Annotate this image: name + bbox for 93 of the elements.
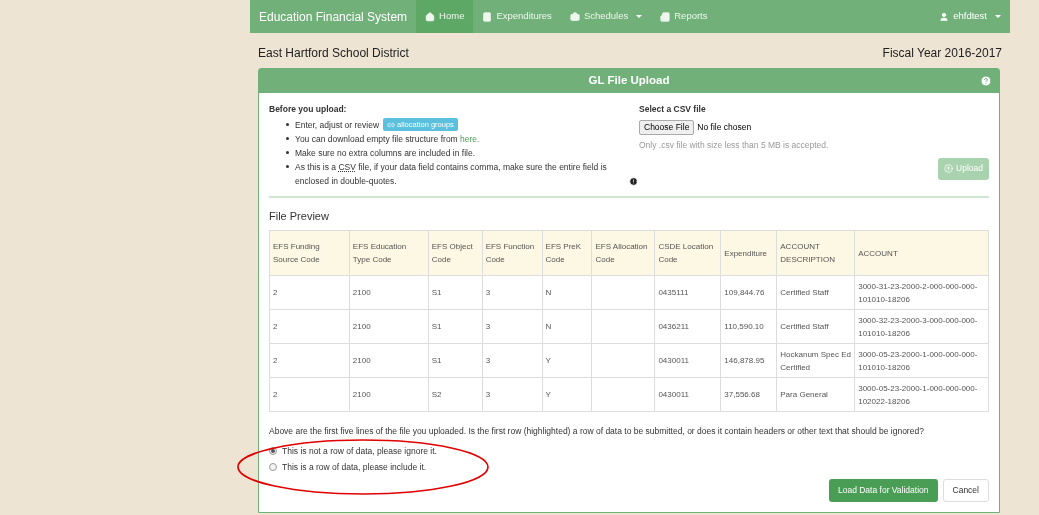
- table-cell: S2: [428, 377, 483, 412]
- bullet-icon: [286, 150, 289, 154]
- bullet-icon: [286, 122, 289, 126]
- caret-icon: [995, 15, 1001, 18]
- nav-item[interactable]: Schedules: [560, 0, 652, 33]
- radio-button[interactable]: [269, 463, 277, 471]
- table-cell: 2: [269, 275, 350, 310]
- table-cell: [592, 343, 655, 378]
- table-cell: 3: [482, 309, 543, 344]
- table-cell: 2: [269, 377, 350, 412]
- instruction-text: Make sure no extra columns are included in file.: [295, 146, 475, 160]
- download-link[interactable]: here.: [460, 133, 480, 144]
- table-cell: 0436211: [654, 309, 721, 344]
- table-cell: 2100: [349, 343, 429, 378]
- select-file-heading: Select a CSV file: [639, 103, 707, 116]
- table-cell: Certified Staff: [776, 309, 855, 344]
- nav-item[interactable]: Home: [416, 0, 474, 33]
- info-icon: [629, 176, 638, 186]
- file-preview-title: File Preview: [268, 208, 330, 224]
- help-icon[interactable]: [980, 75, 992, 87]
- user-icon: [939, 11, 950, 22]
- column-header: Expenditure: [720, 230, 777, 276]
- user-menu[interactable]: ehfdtest: [939, 9, 1001, 24]
- table-cell: S1: [428, 309, 483, 344]
- table-cell: S1: [428, 275, 483, 310]
- option-label: This is not a row of data, please ignore it.: [282, 444, 437, 458]
- column-header: CSDE Location Code: [654, 230, 721, 276]
- table-cell: 37,556.68: [720, 377, 777, 412]
- home-icon: [425, 11, 436, 22]
- table-cell: 3000-05-23-2000-1-000-000-000-102022-18206: [854, 377, 989, 412]
- briefcase-icon: [569, 11, 580, 22]
- table-cell: S1: [428, 343, 483, 378]
- table-cell: 0430011: [654, 377, 721, 412]
- table-cell: 3: [482, 377, 543, 412]
- table-cell: 3000-31-23-2000-2-000-000-000-101010-18206: [854, 275, 989, 310]
- radio-option[interactable]: This is not a row of data, please ignore it.: [269, 443, 437, 459]
- column-header: EFS Funding Source Code: [269, 230, 350, 276]
- table-cell: 3000-05-23-2000-1-000-000-000-101010-18206: [854, 343, 989, 378]
- table-cell: 2100: [349, 275, 429, 310]
- table-cell: [592, 275, 655, 310]
- table-cell: 0430011: [654, 343, 721, 378]
- question-text: Above are the first five lines of the file you uploaded. Is the first row (highlighted) a row of data to be submitted, or does it contain headers or other text that should be ignored?: [268, 425, 925, 438]
- table-cell: 3: [482, 275, 543, 310]
- column-header: EFS Allocation Code: [592, 230, 655, 276]
- column-header: ACCOUNT DESCRIPTION: [776, 230, 855, 276]
- brand-title[interactable]: Education Financial System: [250, 7, 417, 26]
- table-cell: N: [542, 275, 592, 310]
- bullet-icon: [286, 136, 289, 140]
- radio-option[interactable]: This is a row of data, please include it.: [269, 459, 427, 475]
- column-header: EFS PreK Code: [542, 230, 592, 276]
- table-cell: Hockanum Spec Ed Certified: [776, 343, 855, 378]
- instruction-text: You can download empty file structure from here.: [295, 132, 480, 146]
- cancel-button[interactable]: Cancel: [942, 479, 989, 502]
- instruction-text: Enter, adjust or review: [295, 118, 380, 132]
- fiscal-year: Fiscal Year 2016-2017: [882, 45, 1002, 62]
- table-cell: Y: [542, 377, 592, 412]
- table-cell: Para General: [776, 377, 855, 412]
- table-cell: 2100: [349, 377, 429, 412]
- table-cell: 3000-32-23-2000-3-000-000-000-101010-18206: [854, 309, 989, 344]
- book-icon: [482, 11, 493, 22]
- option-label: This is a row of data, please include it.: [282, 460, 427, 474]
- table-cell: 146,878.95: [720, 343, 777, 378]
- table-cell: 109,844.76: [720, 275, 777, 310]
- table-cell: 0435111: [654, 275, 721, 310]
- table-cell: Y: [542, 343, 592, 378]
- file-hint: Only .csv file with size less than 5 MB is accepted.: [639, 138, 830, 152]
- before-upload-heading: Before you upload:: [269, 103, 348, 116]
- table-cell: 2: [269, 309, 350, 344]
- radio-button[interactable]: [269, 447, 277, 455]
- column-header: EFS Education Type Code: [349, 230, 429, 276]
- table-cell: 110,590.10: [720, 309, 777, 344]
- file-status: No file chosen: [697, 120, 752, 134]
- newspaper-icon: [660, 11, 671, 22]
- district-name: East Hartford School District: [258, 45, 409, 62]
- bullet-icon: [286, 164, 289, 168]
- column-header: EFS Object Code: [428, 230, 483, 276]
- table-cell: [592, 309, 655, 344]
- upload-icon: [944, 164, 954, 173]
- nav-item[interactable]: Reports: [651, 0, 717, 33]
- table-cell: N: [542, 309, 592, 344]
- nav-item[interactable]: Expenditures: [473, 0, 561, 33]
- choose-file-button[interactable]: Choose File: [639, 119, 695, 135]
- table-cell: 2: [269, 343, 350, 378]
- table-cell: [592, 377, 655, 412]
- column-header: ACCOUNT: [854, 230, 989, 276]
- instruction-text: As this is a CSV file, if your data field contains comma, make sure the entire field is enclosed in double-quotes.: [295, 160, 608, 188]
- table-cell: Certified Staff: [776, 275, 855, 310]
- table-cell: 2100: [349, 309, 429, 344]
- panel-title: GL File Upload: [588, 73, 670, 89]
- load-data-button[interactable]: Load Data for Validation: [828, 479, 938, 502]
- table-cell: 3: [482, 343, 543, 378]
- column-header: EFS Function Code: [482, 230, 543, 276]
- link-icon: [387, 120, 396, 129]
